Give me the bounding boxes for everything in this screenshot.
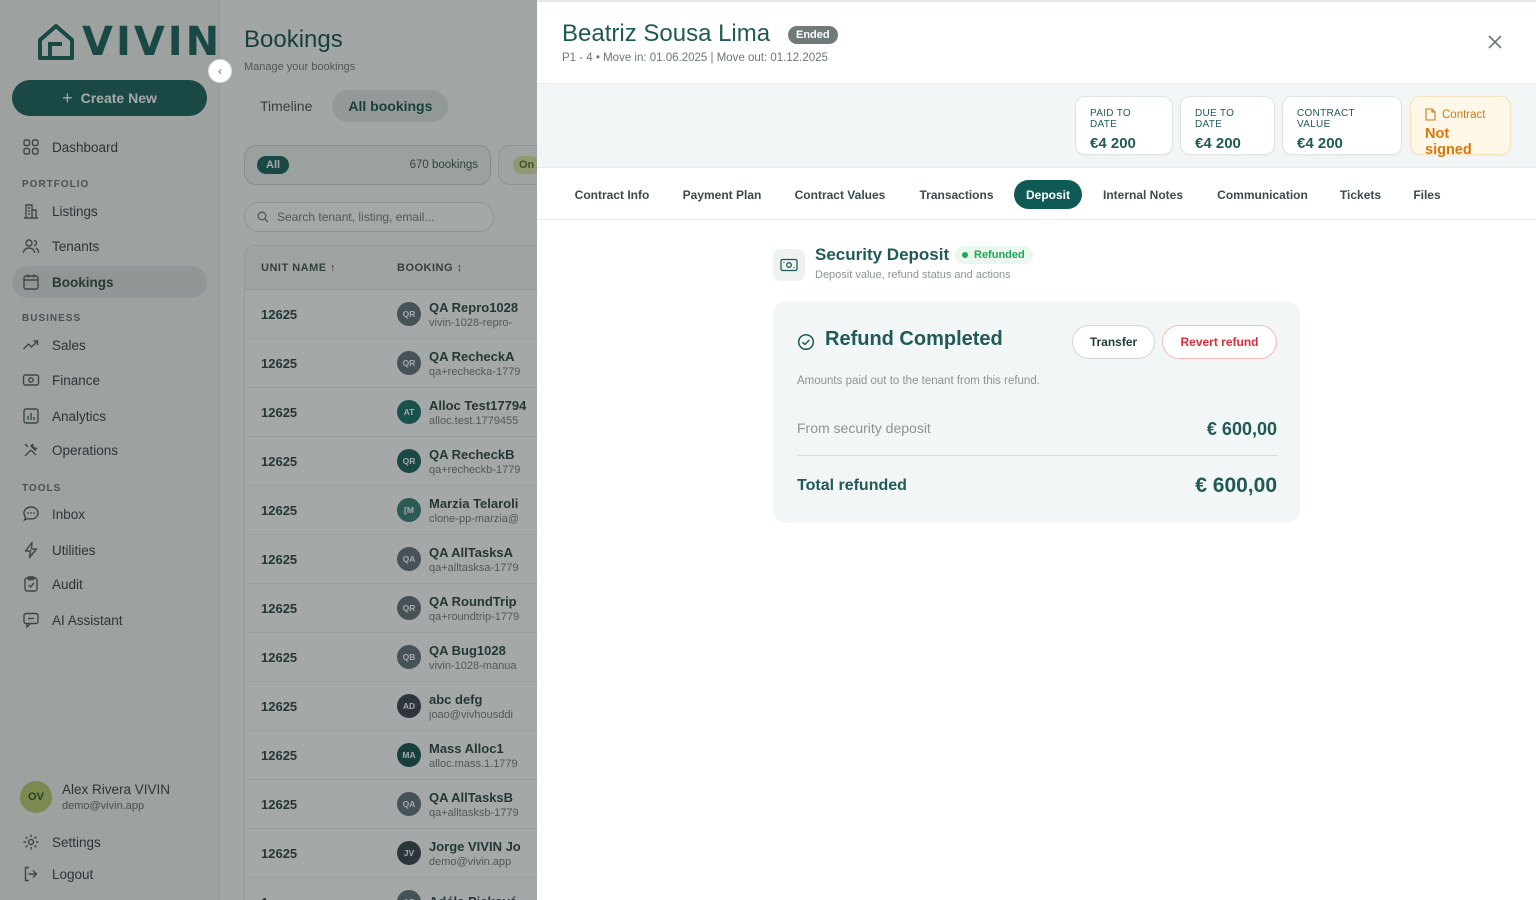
due-to-date-label: DUE TO DATE	[1195, 108, 1235, 130]
booking-detail-drawer: Beatriz Sousa Lima Ended P1 - 4 • Move i…	[537, 0, 1536, 900]
document-icon	[1425, 108, 1436, 121]
tab-communication[interactable]: Communication	[1204, 180, 1321, 209]
booking-meta: P1 - 4 • Move in: 01.06.2025 | Move out:…	[562, 52, 828, 64]
tab-files[interactable]: Files	[1400, 180, 1454, 209]
refund-title: Refund Completed	[825, 328, 1003, 350]
contract-value-label: CONTRACT VALUE	[1297, 108, 1355, 130]
collapse-sidebar-button[interactable]: ‹	[208, 59, 232, 83]
refund-status-badge: Refunded	[955, 246, 1033, 264]
divider	[797, 455, 1277, 456]
due-to-date-card: DUE TO DATE €4 200	[1180, 96, 1275, 155]
refund-card: Refund Completed Transfer Revert refund …	[773, 301, 1300, 523]
close-icon[interactable]	[1485, 32, 1505, 52]
status-badge: Ended	[788, 26, 838, 44]
drawer-tabs: Contract Info Payment Plan Contract Valu…	[537, 168, 1536, 220]
check-circle-icon	[797, 333, 815, 351]
tenant-name: Beatriz Sousa Lima	[562, 20, 771, 47]
contract-value-card: CONTRACT VALUE €4 200	[1282, 96, 1402, 155]
tab-transactions[interactable]: Transactions	[906, 180, 1007, 209]
transfer-button[interactable]: Transfer	[1072, 325, 1155, 359]
refund-note: Amounts paid out to the tenant from this…	[797, 375, 1040, 387]
contract-status-label: Contract	[1442, 108, 1486, 121]
contract-value-amount: €4 200	[1297, 135, 1343, 152]
drawer-header: Beatriz Sousa Lima Ended P1 - 4 • Move i…	[537, 2, 1536, 84]
contract-status-value: Not signed	[1425, 126, 1472, 158]
tab-internal-notes[interactable]: Internal Notes	[1090, 180, 1196, 209]
revert-refund-button[interactable]: Revert refund	[1162, 325, 1277, 359]
total-refunded-label: Total refunded	[797, 477, 907, 494]
tab-contract-values[interactable]: Contract Values	[781, 180, 899, 209]
banknote-icon	[773, 249, 805, 281]
status-dot	[962, 252, 968, 258]
summary-bar: PAID TO DATE €4 200 DUE TO DATE €4 200 C…	[537, 84, 1536, 168]
paid-to-date-label: PAID TO DATE	[1090, 108, 1132, 130]
contract-status-label-row: Contract	[1425, 108, 1496, 121]
tab-tickets[interactable]: Tickets	[1329, 180, 1392, 209]
tab-payment-plan[interactable]: Payment Plan	[671, 180, 773, 209]
paid-to-date-value: €4 200	[1090, 135, 1136, 152]
tab-deposit[interactable]: Deposit	[1014, 180, 1082, 209]
chevron-left-icon: ‹	[218, 64, 222, 78]
due-to-date-value: €4 200	[1195, 135, 1241, 152]
deposit-title: Security Deposit	[815, 245, 950, 264]
total-refunded-value: € 600,00	[1195, 474, 1277, 497]
paid-to-date-card: PAID TO DATE €4 200	[1075, 96, 1173, 155]
tab-contract-info[interactable]: Contract Info	[561, 180, 663, 209]
contract-status-card[interactable]: Contract Not signed	[1410, 96, 1511, 158]
refund-line-label: From security deposit	[797, 420, 931, 436]
refund-line-value: € 600,00	[1206, 419, 1277, 439]
deposit-subtitle: Deposit value, refund status and actions	[815, 269, 1011, 281]
refund-status-text: Refunded	[974, 249, 1025, 261]
